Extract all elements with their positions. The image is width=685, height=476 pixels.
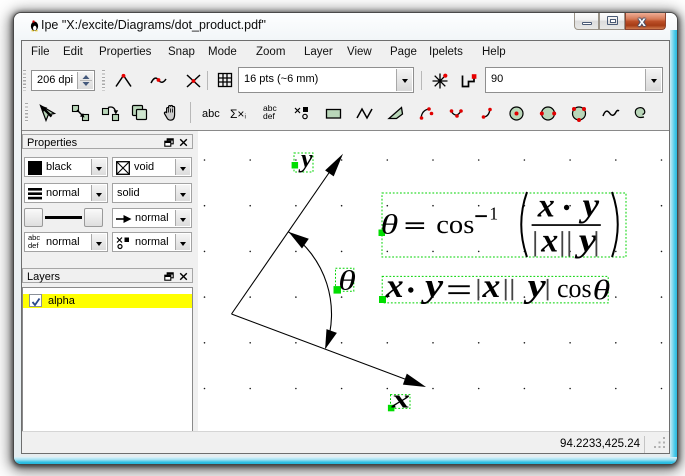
svg-text:1: 1 bbox=[489, 204, 498, 224]
svg-text:x: x bbox=[391, 385, 411, 414]
svg-text:θ: θ bbox=[593, 275, 611, 305]
svg-text:θ: θ bbox=[338, 266, 356, 296]
svg-text:x: x bbox=[481, 267, 500, 305]
svg-text:cos: cos bbox=[557, 274, 592, 303]
svg-text:x: x bbox=[537, 187, 555, 224]
svg-text:y: y bbox=[578, 186, 599, 224]
svg-text:y: y bbox=[421, 268, 444, 305]
svg-text:y: y bbox=[523, 268, 546, 305]
svg-text:y: y bbox=[574, 222, 597, 259]
svg-text:cos: cos bbox=[436, 210, 474, 239]
svg-text:y: y bbox=[298, 144, 313, 173]
svg-text:x: x bbox=[385, 267, 404, 305]
svg-text:x: x bbox=[540, 222, 558, 259]
svg-text:θ: θ bbox=[381, 210, 399, 240]
